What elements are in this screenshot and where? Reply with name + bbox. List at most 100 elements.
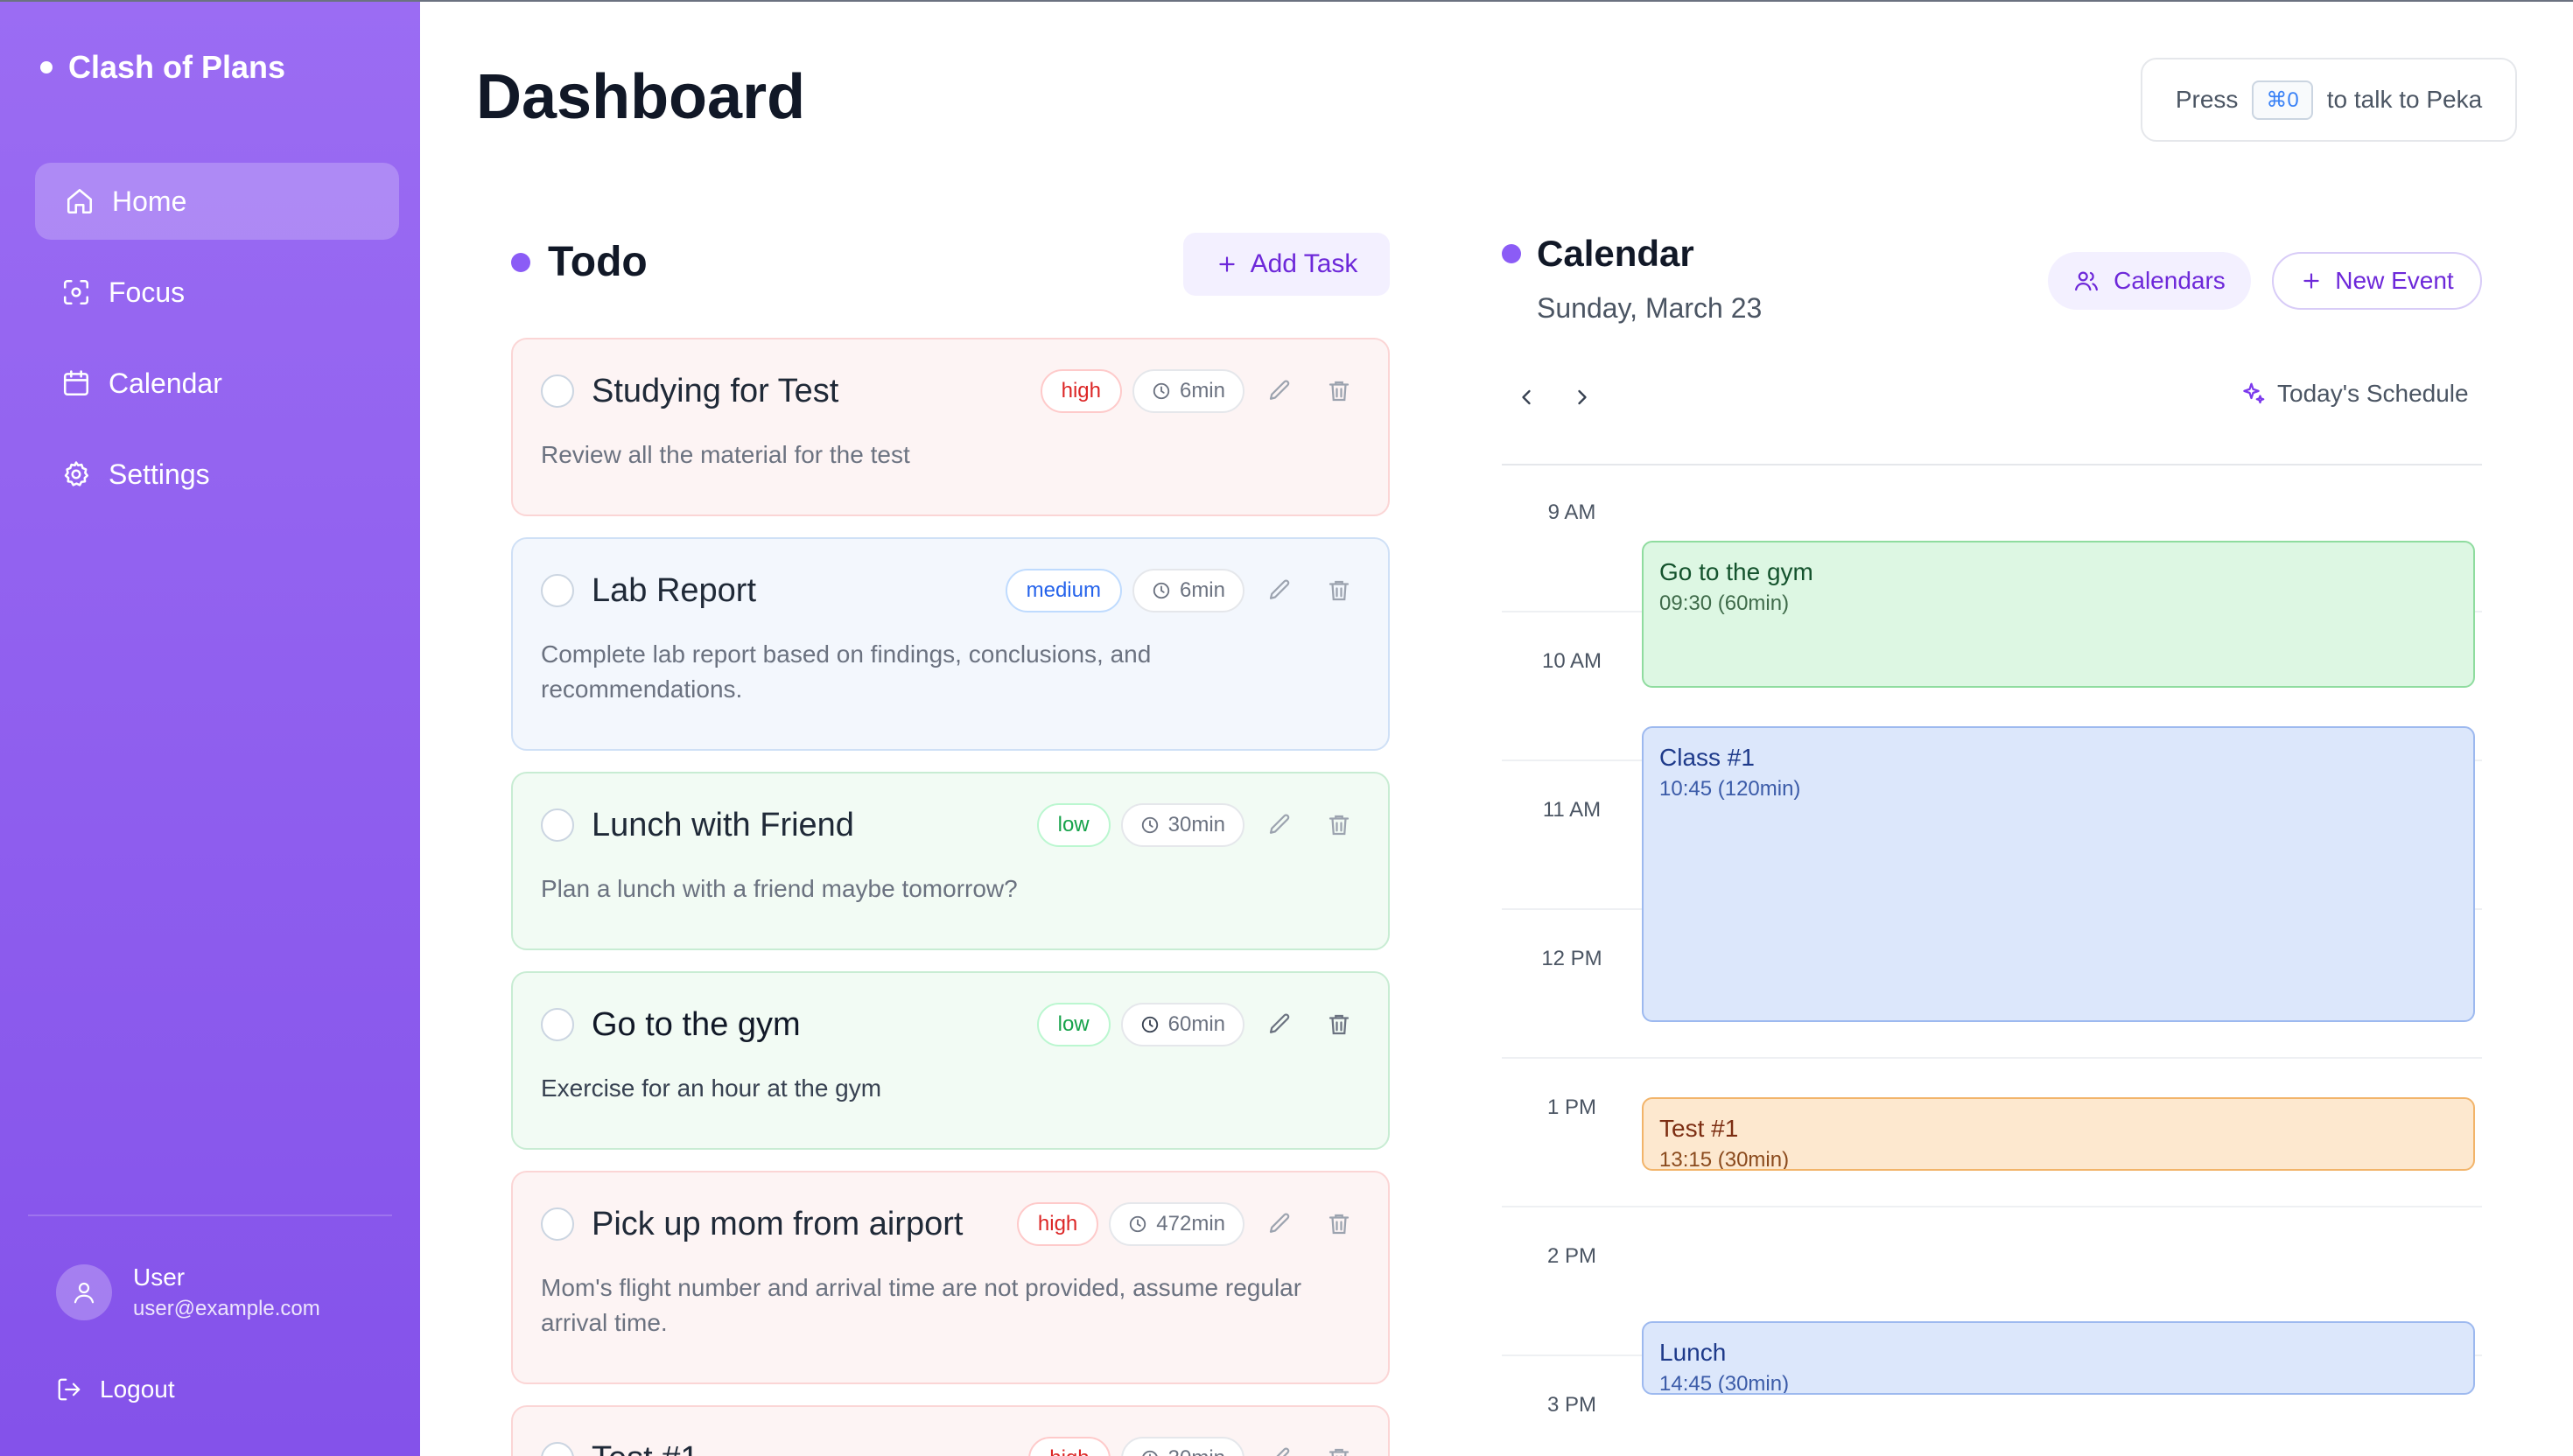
task-card[interactable]: Test #1 high 30min	[511, 1405, 1390, 1456]
task-card[interactable]: Studying for Test high 6min Review all t…	[511, 338, 1390, 516]
duration-label: 60min	[1167, 1012, 1225, 1036]
edit-task-button[interactable]	[1255, 569, 1304, 612]
hour-label: 3 PM	[1546, 1393, 1596, 1417]
sidebar: Clash of Plans Home Focus Calendar Setti…	[0, 0, 420, 1456]
task-card[interactable]: Go to the gym low 60min Exercise for an …	[511, 971, 1390, 1150]
task-checkbox[interactable]	[541, 374, 574, 408]
duration-label: 472min	[1156, 1212, 1225, 1236]
duration-label: 6min	[1179, 578, 1225, 602]
add-task-button[interactable]: Add Task	[1183, 233, 1390, 296]
task-title: Go to the gym	[592, 1006, 801, 1043]
delete-task-button[interactable]	[1315, 369, 1364, 413]
calendar-event[interactable]: Go to the gym 09:30 (60min)	[1642, 541, 2475, 688]
task-description: Review all the material for the test	[541, 441, 910, 468]
clock-icon	[1153, 582, 1170, 599]
users-icon	[2075, 271, 2099, 291]
task-title: Test #1	[592, 1440, 699, 1456]
sidebar-item-label: Settings	[109, 458, 210, 490]
todo-dot-icon	[511, 252, 530, 272]
delete-task-button[interactable]	[1315, 1003, 1364, 1046]
peka-suffix: to talk to Peka	[2326, 86, 2483, 113]
duration-badge: 30min	[1120, 803, 1244, 847]
focus-icon	[63, 279, 89, 305]
chevron-left-icon	[1522, 389, 1531, 405]
task-card[interactable]: Lab Report medium 6min Complete lab repo…	[511, 537, 1390, 751]
pencil-icon	[1276, 1447, 1290, 1456]
sidebar-item-settings[interactable]: Settings	[35, 436, 399, 513]
brand-dot-icon	[40, 61, 53, 74]
task-badges: low 30min	[1036, 803, 1364, 847]
todays-schedule-button[interactable]: Today's Schedule	[2240, 380, 2469, 408]
brand[interactable]: Clash of Plans	[40, 49, 285, 86]
duration-badge: 6min	[1132, 369, 1244, 413]
calendar-dot-icon	[1502, 244, 1521, 263]
event-title: Class #1	[1659, 744, 1755, 771]
pencil-icon	[1269, 380, 1290, 400]
priority-badge: low	[1036, 803, 1111, 847]
todo-header: Todo	[511, 238, 648, 286]
clock-icon	[1141, 1450, 1158, 1456]
task-checkbox[interactable]	[541, 1442, 574, 1456]
clock-icon	[1141, 816, 1158, 834]
calendar-event[interactable]: Test #1 13:15 (30min)	[1642, 1097, 2475, 1171]
sidebar-item-label: Focus	[109, 276, 186, 308]
pencil-icon	[1269, 1213, 1290, 1233]
calendar-event[interactable]: Class #1 10:45 (120min)	[1642, 726, 2475, 1022]
task-checkbox[interactable]	[541, 808, 574, 842]
task-badges: low 60min	[1036, 1003, 1364, 1046]
event-time: 14:45 (30min)	[1659, 1372, 1790, 1395]
trash-icon	[1329, 580, 1350, 601]
avatar	[56, 1264, 112, 1320]
task-card[interactable]: Pick up mom from airport high 472min Mom…	[511, 1171, 1390, 1384]
duration-label: 30min	[1168, 1446, 1225, 1456]
calendars-button[interactable]: Calendars	[2048, 252, 2251, 310]
edit-task-button[interactable]	[1255, 1437, 1304, 1456]
task-title: Studying for Test	[592, 373, 839, 410]
clock-icon	[1130, 1215, 1146, 1233]
trash-icon	[1329, 1214, 1350, 1235]
trash-icon	[1329, 1448, 1350, 1456]
delete-task-button[interactable]	[1315, 803, 1364, 847]
edit-task-button[interactable]	[1255, 369, 1304, 413]
next-day-button[interactable]	[1565, 380, 1600, 415]
pencil-icon	[1269, 579, 1290, 599]
calendar-event[interactable]: Lunch 14:45 (30min)	[1642, 1321, 2475, 1395]
delete-task-button[interactable]	[1315, 569, 1364, 612]
new-event-button[interactable]: New Event	[2272, 252, 2482, 310]
logout-button[interactable]: Logout	[56, 1376, 175, 1404]
event-title: Test #1	[1659, 1115, 1739, 1142]
edit-task-button[interactable]	[1255, 803, 1304, 847]
calendar-header: Calendar	[1502, 233, 1694, 275]
sidebar-item-calendar[interactable]: Calendar	[35, 345, 399, 422]
duration-badge: 60min	[1120, 1003, 1244, 1046]
sidebar-item-home[interactable]: Home	[35, 163, 399, 240]
task-checkbox[interactable]	[541, 1008, 574, 1041]
edit-task-button[interactable]	[1255, 1202, 1304, 1246]
home-icon	[67, 188, 93, 214]
task-checkbox[interactable]	[541, 574, 574, 607]
priority-badge: high	[1016, 1202, 1099, 1246]
sidebar-item-focus[interactable]: Focus	[35, 254, 399, 331]
delete-task-button[interactable]	[1315, 1202, 1364, 1246]
new-event-label: New Event	[2335, 267, 2454, 294]
task-checkbox[interactable]	[541, 1208, 574, 1241]
peka-shortcut-hint[interactable]: Press ⌘0 to talk to Peka	[2141, 58, 2517, 142]
task-title: Lab Report	[592, 572, 757, 609]
add-task-label: Add Task	[1250, 249, 1358, 278]
event-time: 09:30 (60min)	[1659, 592, 1790, 615]
peka-prefix: Press	[2175, 86, 2239, 113]
user-profile[interactable]: User user@example.com	[56, 1264, 320, 1321]
task-description: Complete lab report based on findings, c…	[541, 640, 1152, 703]
hour-label: 2 PM	[1546, 1244, 1596, 1268]
delete-task-button[interactable]	[1315, 1437, 1364, 1456]
peka-shortcut-key: ⌘0	[2252, 80, 2313, 120]
clock-icon	[1141, 1016, 1158, 1033]
calendar-icon	[63, 370, 89, 396]
prev-day-button[interactable]	[1509, 380, 1544, 415]
duration-badge: 472min	[1109, 1202, 1244, 1246]
event-title: Go to the gym	[1659, 558, 1813, 585]
clock-icon	[1153, 382, 1170, 400]
task-card[interactable]: Lunch with Friend low 30min Plan a lunch…	[511, 772, 1390, 950]
task-description: Exercise for an hour at the gym	[541, 1074, 882, 1102]
edit-task-button[interactable]	[1255, 1003, 1304, 1046]
